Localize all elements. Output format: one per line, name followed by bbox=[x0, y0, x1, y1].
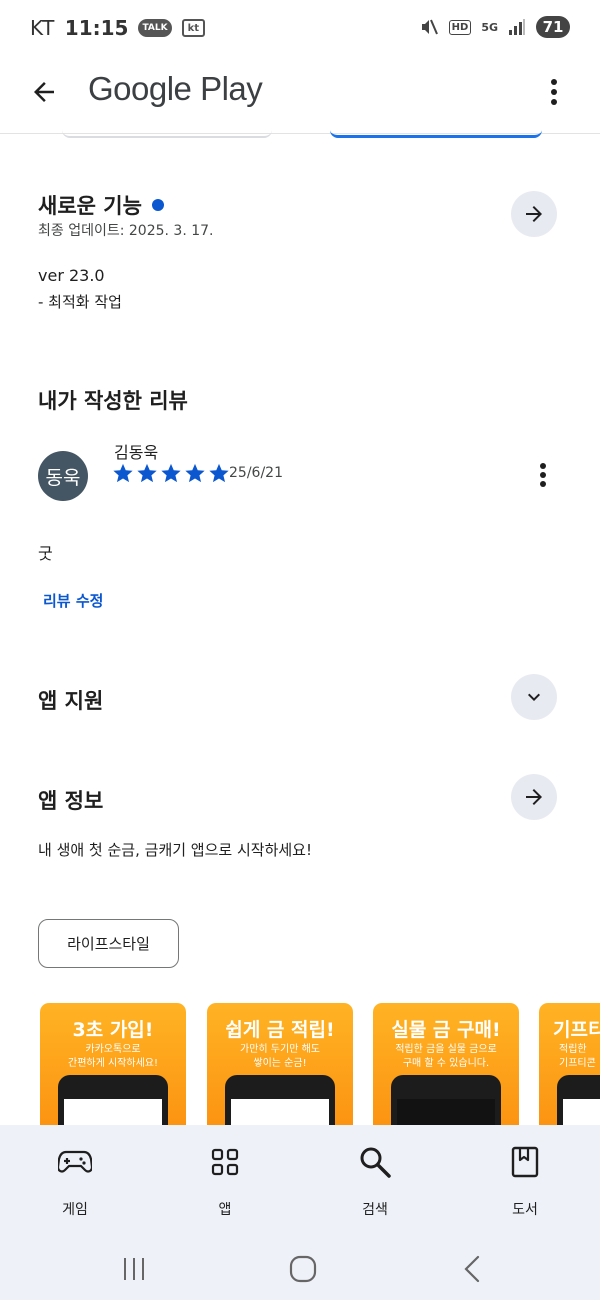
star-icon bbox=[137, 463, 157, 483]
system-navigation-bar bbox=[0, 1237, 600, 1300]
arrow-forward-icon bbox=[526, 789, 542, 805]
chevron-down-icon bbox=[528, 693, 540, 701]
status-right: HD 5G 71 bbox=[419, 16, 570, 38]
nav-books-label: 도서 bbox=[512, 1202, 538, 1218]
clock: 11:15 bbox=[64, 16, 129, 40]
app-bar: Google Play bbox=[0, 56, 600, 134]
star-icon bbox=[161, 463, 181, 483]
nav-books-icon-wrap bbox=[485, 1145, 565, 1179]
nav-games-icon-wrap bbox=[35, 1145, 115, 1179]
screenshot-subtitle: 적립한 금을 실물 금으로 구매 할 수 있습니다. bbox=[395, 1044, 497, 1069]
hd-voice-icon: HD bbox=[448, 19, 472, 35]
last-updated: 최종 업데이트: 2025. 3. 17. bbox=[38, 223, 214, 239]
bottom-navigation: 게임 앱 검색 도서 bbox=[0, 1125, 600, 1237]
version-text: ver 23.0 bbox=[38, 266, 105, 285]
more-options-button[interactable] bbox=[534, 72, 574, 112]
more-vert-icon bbox=[540, 463, 546, 487]
gamepad-icon bbox=[58, 1150, 92, 1173]
more-vert-icon bbox=[551, 79, 557, 105]
nav-apps-label: 앱 bbox=[218, 1202, 232, 1218]
avatar: 동욱 bbox=[38, 451, 88, 501]
screenshot-title: 실물 금 구매! bbox=[391, 1019, 501, 1041]
chevron-left-icon bbox=[464, 1255, 480, 1283]
reviewer-name: 김동욱 bbox=[114, 443, 159, 462]
recent-apps-button[interactable] bbox=[114, 1249, 154, 1289]
app-title: Google Play bbox=[88, 70, 263, 107]
star-icon bbox=[185, 463, 205, 483]
nav-books[interactable]: 도서 bbox=[485, 1145, 565, 1219]
star-icon bbox=[209, 463, 229, 483]
edit-review-link[interactable]: 리뷰 수정 bbox=[43, 590, 103, 611]
arrow-back-icon bbox=[34, 82, 54, 102]
nav-games[interactable]: 게임 bbox=[35, 1145, 115, 1219]
home-icon bbox=[289, 1255, 317, 1283]
mute-icon bbox=[421, 19, 438, 35]
battery-indicator: 71 bbox=[536, 16, 570, 38]
partial-button-outline bbox=[62, 130, 272, 138]
home-button[interactable] bbox=[283, 1249, 323, 1289]
screenshot-title: 3초 가입! bbox=[72, 1019, 154, 1041]
apps-grid-icon bbox=[211, 1148, 239, 1176]
nav-games-label: 게임 bbox=[62, 1202, 88, 1218]
arrow-forward-icon bbox=[526, 206, 542, 222]
app-support-expand-button[interactable] bbox=[511, 674, 557, 720]
screenshot-subtitle: 카카오톡으로 간편하게 시작하세요! bbox=[68, 1044, 158, 1069]
review-options-button[interactable] bbox=[526, 457, 560, 493]
screenshot-title: 기프티 bbox=[553, 1019, 600, 1041]
status-left: KT 11:15 TALK kt bbox=[30, 16, 206, 40]
my-review-title: 내가 작성한 리뷰 bbox=[38, 389, 188, 413]
star-rating bbox=[112, 462, 230, 484]
category-chip[interactable]: 라이프스타일 bbox=[38, 919, 179, 968]
carrier-label: KT bbox=[30, 16, 55, 40]
network-type: 5G bbox=[481, 20, 498, 34]
kt-notification-icon: kt bbox=[181, 19, 206, 37]
status-bar: KT 11:15 TALK kt HD 5G 71 bbox=[0, 0, 600, 56]
partial-primary-button bbox=[330, 130, 542, 138]
whats-new-arrow-button[interactable] bbox=[511, 191, 557, 237]
app-description: 내 생애 첫 순금, 금캐기 앱으로 시작하세요! bbox=[38, 841, 312, 859]
recents-icon bbox=[124, 1258, 144, 1280]
review-text: 굿 bbox=[38, 544, 53, 563]
release-note: - 최적화 작업 bbox=[38, 293, 122, 311]
whats-new-title: 새로운 기능 bbox=[38, 190, 164, 220]
app-info-arrow-button[interactable] bbox=[511, 774, 557, 820]
star-icon bbox=[113, 463, 133, 483]
whats-new-title-text: 새로운 기능 bbox=[38, 194, 142, 218]
nav-search[interactable]: 검색 bbox=[335, 1145, 415, 1219]
kakaotalk-notification-icon: TALK bbox=[138, 19, 172, 37]
nav-apps[interactable]: 앱 bbox=[185, 1145, 265, 1219]
back-button[interactable] bbox=[24, 72, 64, 112]
app-info-title: 앱 정보 bbox=[38, 789, 104, 813]
book-icon bbox=[511, 1146, 539, 1178]
screenshot-title: 쉽게 금 적립! bbox=[225, 1019, 335, 1041]
app-support-title: 앱 지원 bbox=[38, 689, 104, 713]
screenshot-subtitle: 가만히 두기만 해도 쌓이는 순금! bbox=[240, 1044, 320, 1069]
search-icon bbox=[360, 1147, 391, 1178]
signal-icon bbox=[509, 19, 525, 35]
new-indicator-dot bbox=[151, 199, 164, 211]
nav-apps-icon-wrap bbox=[185, 1145, 265, 1179]
review-date: 25/6/21 bbox=[229, 465, 283, 481]
system-back-button[interactable] bbox=[452, 1249, 492, 1289]
nav-search-label: 검색 bbox=[362, 1202, 388, 1218]
screenshot-subtitle: 적립한 기프티콘 bbox=[559, 1044, 596, 1069]
nav-search-icon-wrap bbox=[335, 1145, 415, 1179]
